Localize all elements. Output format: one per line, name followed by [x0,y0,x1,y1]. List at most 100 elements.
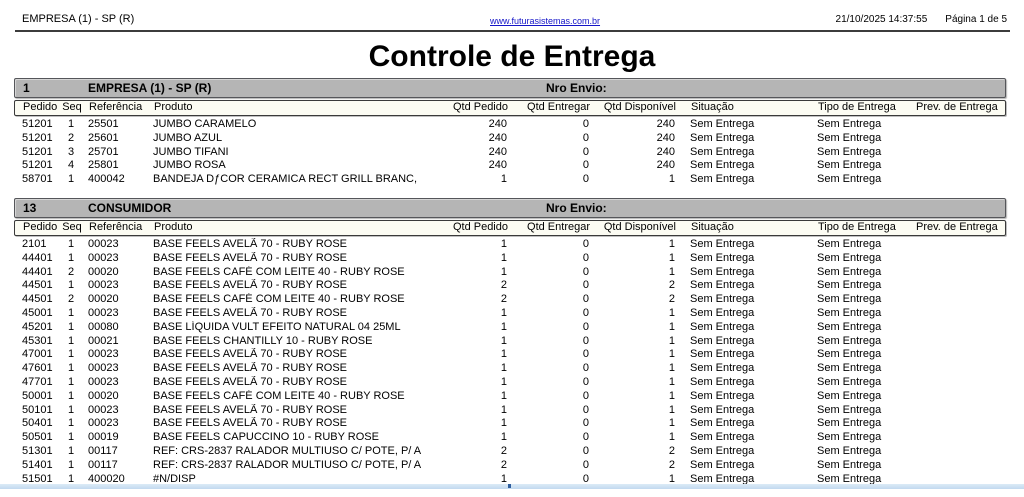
report-section: 13 CONSUMIDOR Nro Envio: PedidoSeqReferê… [14,198,1006,486]
cell-prev-de-entrega [907,404,1006,418]
cell-referencia: 00117 [86,445,150,459]
cell-pedido: 44501 [14,279,56,293]
cell-tipo-de-entrega: Sem Entrega [807,348,907,362]
cell-situacao: Sem Entrega [677,238,807,252]
cell-produto: JUMBO AZUL [150,132,443,146]
cell-tipo-de-entrega: Sem Entrega [807,279,907,293]
cell-qtd-entregar: 0 [507,348,593,362]
cell-qtd-disponivel: 2 [593,445,677,459]
cell-produto: JUMBO TIFANI [150,146,443,160]
cell-qtd-disponivel: 1 [593,417,677,431]
table-row: 47001100023BASE FEELS AVELÃ 70 - RUBY RO… [14,348,1006,362]
cell-prev-de-entrega [907,417,1006,431]
cell-referencia: 00023 [86,376,150,390]
cell-prev-de-entrega [907,159,1006,173]
cell-pedido: 51201 [14,159,56,173]
cell-qtd-entregar: 0 [507,335,593,349]
cell-produto: BASE FEELS AVELÃ 70 - RUBY ROSE [150,252,443,266]
table-row: 47601100023BASE FEELS AVELÃ 70 - RUBY RO… [14,362,1006,376]
cell-seq: 3 [56,146,86,160]
cell-qtd-disponivel: 1 [593,321,677,335]
cell-situacao: Sem Entrega [677,252,807,266]
cell-qtd-entregar: 0 [507,266,593,280]
column-header-produto: Produto [151,101,444,115]
cell-pedido: 51301 [14,445,56,459]
column-header-qtd-pedido: Qtd Pedido [444,101,508,115]
cell-referencia: 00023 [86,238,150,252]
cell-pedido: 51201 [14,146,56,160]
cell-pedido: 50101 [14,404,56,418]
cell-situacao: Sem Entrega [677,417,807,431]
cell-prev-de-entrega [907,132,1006,146]
table-row: 51201325701JUMBO TIFANI2400240Sem Entreg… [14,146,1006,160]
cell-referencia: 00023 [86,307,150,321]
cell-qtd-disponivel: 2 [593,293,677,307]
cell-referencia: 00023 [86,362,150,376]
table-row: 44501200020BASE FEELS CAFÉ COM LEITE 40 … [14,293,1006,307]
website-link[interactable]: www.futurasistemas.com.br [490,16,600,26]
cell-seq: 1 [56,321,86,335]
column-header-referencia: Referência [87,101,151,115]
cell-qtd-pedido: 240 [443,118,507,132]
cell-pedido: 51201 [14,132,56,146]
cell-seq: 2 [56,132,86,146]
table-row: 50501100019BASE FEELS CAPUCCINO 10 - RUB… [14,431,1006,445]
cell-qtd-disponivel: 1 [593,173,677,187]
cell-seq: 1 [56,118,86,132]
cell-qtd-disponivel: 240 [593,146,677,160]
column-header-qtd-entregar: Qtd Entregar [508,101,594,115]
section-band: 1 EMPRESA (1) - SP (R) Nro Envio: [14,78,1006,98]
cell-produto: BASE LÍQUIDA VULT EFEITO NATURAL 04 25ML [150,321,443,335]
cell-qtd-pedido: 1 [443,252,507,266]
cell-referencia: 00020 [86,390,150,404]
cell-prev-de-entrega [907,445,1006,459]
cell-situacao: Sem Entrega [677,293,807,307]
cell-produto: BANDEJA DƒCOR CERAMICA RECT GRILL BRANC, [150,173,443,187]
cell-qtd-entregar: 0 [507,417,593,431]
cell-pedido: 47701 [14,376,56,390]
cell-pedido: 50501 [14,431,56,445]
cell-qtd-pedido: 1 [443,335,507,349]
cell-prev-de-entrega [907,238,1006,252]
column-header-prev-de-entrega: Prev. de Entrega [908,221,1007,235]
cell-prev-de-entrega [907,173,1006,187]
cell-qtd-disponivel: 1 [593,266,677,280]
cell-prev-de-entrega [907,321,1006,335]
table-row: 50401100023BASE FEELS AVELÃ 70 - RUBY RO… [14,417,1006,431]
cell-qtd-disponivel: 240 [593,159,677,173]
cell-referencia: 400042 [86,173,150,187]
cell-pedido: 51201 [14,118,56,132]
cell-produto: BASE FEELS AVELÃ 70 - RUBY ROSE [150,279,443,293]
cell-pedido: 45201 [14,321,56,335]
cell-produto: JUMBO CARAMELO [150,118,443,132]
cell-situacao: Sem Entrega [677,146,807,160]
cell-produto: BASE FEELS AVELÃ 70 - RUBY ROSE [150,348,443,362]
cell-prev-de-entrega [907,293,1006,307]
cell-produto: BASE FEELS CHANTILLY 10 - RUBY ROSE [150,335,443,349]
cell-situacao: Sem Entrega [677,132,807,146]
cell-qtd-entregar: 0 [507,279,593,293]
report-company: EMPRESA (1) - SP (R) [22,13,134,25]
cell-qtd-entregar: 0 [507,307,593,321]
cell-situacao: Sem Entrega [677,118,807,132]
cell-seq: 1 [56,173,86,187]
column-header-referencia: Referência [87,221,151,235]
cell-qtd-pedido: 1 [443,266,507,280]
cell-seq: 4 [56,159,86,173]
cell-prev-de-entrega [907,362,1006,376]
table-row: 51201225601JUMBO AZUL2400240Sem EntregaS… [14,132,1006,146]
cell-tipo-de-entrega: Sem Entrega [807,390,907,404]
cell-qtd-entregar: 0 [507,431,593,445]
report-datetime: 21/10/2025 14:37:55 [836,14,928,25]
table-row: 44401200020BASE FEELS CAFÉ COM LEITE 40 … [14,266,1006,280]
column-header-seq: Seq [57,221,87,235]
cell-tipo-de-entrega: Sem Entrega [807,146,907,160]
cell-qtd-entregar: 0 [507,146,593,160]
cell-qtd-pedido: 2 [443,279,507,293]
cell-prev-de-entrega [907,307,1006,321]
table-row: 44401100023BASE FEELS AVELÃ 70 - RUBY RO… [14,252,1006,266]
cell-qtd-entregar: 0 [507,173,593,187]
cell-referencia: 00023 [86,404,150,418]
cell-situacao: Sem Entrega [677,362,807,376]
cell-situacao: Sem Entrega [677,390,807,404]
